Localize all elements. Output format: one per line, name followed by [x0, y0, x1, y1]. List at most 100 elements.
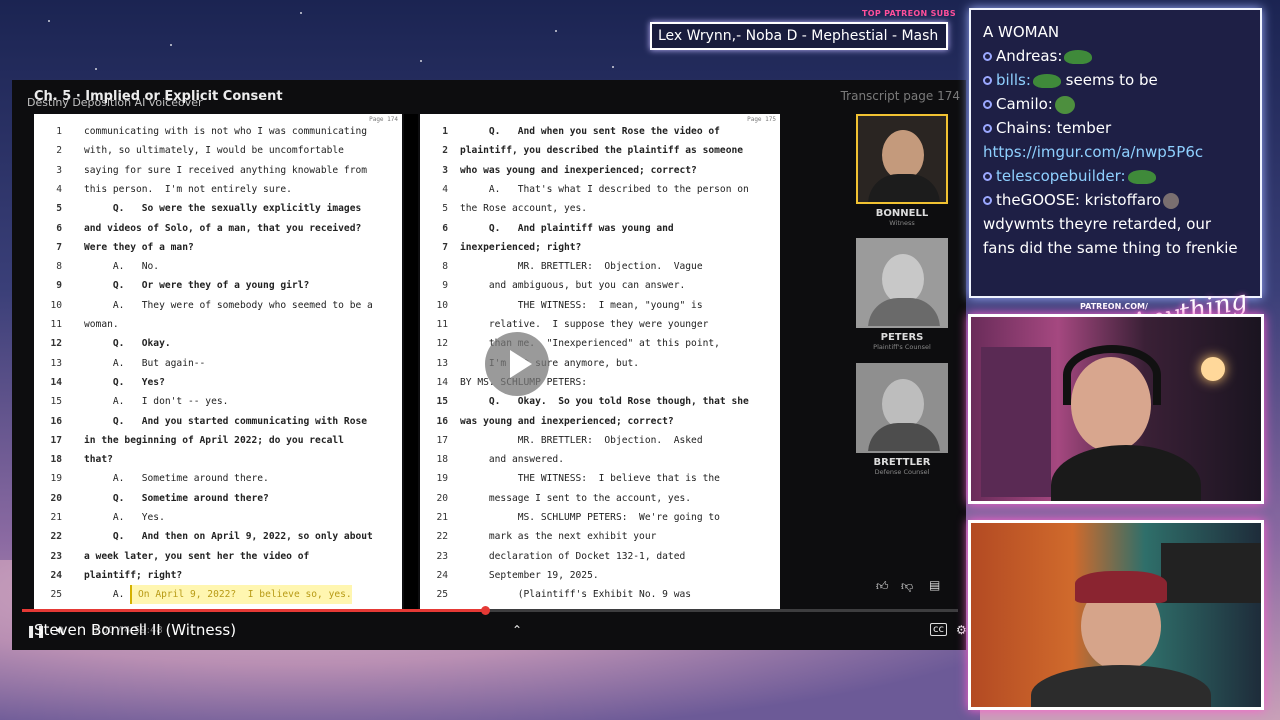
witness-name: BRETTLER [873, 457, 931, 468]
comment-icon[interactable]: ▤ [929, 578, 940, 592]
transcript-line: 8 A. No. [34, 257, 402, 276]
witness-card-bonnell[interactable]: BONNELL Witness [852, 114, 952, 227]
line-number: 21 [50, 512, 62, 523]
chat-username[interactable]: Andreas: [996, 47, 1062, 65]
line-text: and ambiguous, but you can answer. [460, 280, 686, 292]
chat-username[interactable]: theGOOSE: [996, 191, 1080, 209]
line-number: 16 [436, 415, 448, 427]
play-button[interactable] [485, 332, 549, 396]
line-number: 19 [50, 473, 62, 485]
line-number: 10 [436, 299, 448, 311]
top-patreon-subs-label: TOP PATREON SUBS [862, 9, 956, 18]
line-number: 9 [56, 280, 62, 292]
user-badge-icon [983, 76, 992, 85]
witness-card-peters[interactable]: PETERS Plaintiff's Counsel [852, 238, 952, 351]
chat-username[interactable]: A WOMAN [983, 23, 1059, 41]
chat-username[interactable]: Chains: [996, 119, 1052, 137]
transcript-line: 3 saying for sure I received anything kno… [34, 161, 402, 180]
progress-fill [22, 609, 486, 612]
line-text: Q. Sometime around there? [84, 492, 269, 504]
user-badge-icon [983, 52, 992, 61]
line-text: inexperienced; right? [460, 241, 582, 253]
person-body [1051, 445, 1201, 501]
line-text: plaintiff, you described the plaintiff a… [460, 145, 744, 157]
chapter-title: Ch. 5 · Implied or Explicit Consent [34, 89, 283, 104]
line-number: 18 [50, 454, 62, 466]
line-number: 22 [50, 531, 62, 543]
chat-link[interactable]: https://imgur.com/a/nwp5P6c [983, 143, 1203, 161]
chat-message: fans did the same thing to frenkie [983, 236, 1248, 260]
progress-bar[interactable] [22, 606, 958, 615]
transcript-line: 12 Q. Okay. [34, 334, 402, 353]
witness-card-brettler[interactable]: BRETTLER Defense Counsel [852, 363, 952, 476]
chat-username[interactable]: bills: [996, 71, 1031, 89]
line-text: in the beginning of April 2022; do you r… [84, 434, 344, 446]
transcript-line: 11 relative. I suppose they were younger [420, 315, 780, 334]
transcript-line: 14 Q. Yes? [34, 373, 402, 392]
transcript-line: 19 THE WITNESS: I believe that is the [420, 469, 780, 488]
line-text: was young and inexperienced; correct? [460, 415, 674, 427]
transcript-line: 17 in the beginning of April 2022; do you… [34, 431, 402, 450]
line-text: saying for sure I received anything know… [84, 164, 368, 176]
person-body [1031, 665, 1211, 707]
transcript-line: 4 A. That's what I described to the pers… [420, 180, 780, 199]
line-text: and answered. [460, 454, 564, 466]
user-badge-icon [983, 172, 992, 181]
star [48, 20, 50, 22]
transcript-line: 1 communicating with is not who I was com… [34, 122, 402, 141]
frog-emote-icon [1032, 73, 1061, 88]
line-text: MR. BRETTLER: Objection. Vague [460, 261, 703, 273]
line-number: 17 [50, 434, 62, 446]
lamp [1201, 357, 1225, 381]
transcript-line: 20 message I sent to the account, yes. [420, 489, 780, 508]
headphones [1063, 345, 1161, 405]
line-text: Q. And then on April 9, 2022, so only ab… [84, 531, 373, 543]
transcript-line: 6 and videos of Solo, of a man, that you … [34, 219, 402, 238]
transcript-line: 23 declaration of Docket 132-1, dated [420, 547, 780, 566]
avatar [868, 174, 940, 202]
line-text: Q. Okay. So you told Rose though, that s… [460, 396, 749, 408]
chat-message: Camilo: [983, 92, 1248, 116]
transcript-line: 3 who was young and inexperienced; correc… [420, 161, 780, 180]
chat-message: bills: seems to be [983, 68, 1248, 92]
settings-icon[interactable]: ⚙ [956, 623, 966, 637]
chat-message: telescopebuilder: [983, 164, 1248, 188]
chevron-up-icon[interactable]: ⌃ [512, 623, 522, 637]
captions-icon[interactable]: cc [930, 623, 947, 636]
transcript-line: 20 Q. Sometime around there? [34, 489, 402, 508]
line-number: 2 [442, 145, 448, 157]
line-text: message I sent to the account, yes. [460, 492, 692, 504]
line-text: A. But again-- [84, 357, 206, 369]
cap [1075, 571, 1167, 603]
transcript-line: 7 Were they of a man? [34, 238, 402, 257]
progress-handle[interactable] [481, 606, 491, 615]
transcript-line: 2 plaintiff, you described the plaintiff … [420, 141, 780, 160]
line-number: 17 [436, 434, 448, 446]
transcript-line: 25 A. On April 9, 2022? I believe so, yes… [34, 585, 402, 605]
chat-username[interactable]: Camilo: [996, 95, 1053, 113]
frog-face-emote-icon [1054, 95, 1075, 114]
line-text: this person. I'm not entirely sure. [84, 183, 292, 195]
user-badge-icon [983, 124, 992, 133]
video-player[interactable]: Destiny Deposition AI voiceover Ch. 5 · … [12, 80, 966, 650]
line-number: 8 [442, 261, 448, 273]
thumbs-up-icon[interactable]: 👍︎ [876, 579, 889, 594]
line-text: woman. [84, 319, 119, 330]
line-number: 16 [50, 415, 62, 427]
transcript-line: 5 the Rose account, yes. [420, 199, 780, 218]
witness-role: Witness [889, 219, 915, 227]
current-speaker: Steven Bonnell II (Witness) [34, 621, 237, 639]
transcript-line: 15 A. I don't -- yes. [34, 392, 402, 411]
line-text: A. No. [84, 261, 160, 273]
thumbs-down-icon[interactable]: 👎︎ [901, 579, 913, 594]
witness-photo [856, 238, 948, 328]
line-number: 25 [50, 589, 62, 601]
transcript-line: 13 I'm not sure anymore, but. [420, 354, 780, 373]
line-number: 18 [436, 454, 448, 466]
gray-emote-icon [1163, 192, 1180, 209]
line-text: Were they of a man? [84, 241, 194, 253]
star [300, 12, 302, 14]
line-number: 5 [56, 203, 62, 215]
line-text: relative. I suppose they were younger [460, 319, 709, 330]
chat-username[interactable]: telescopebuilder: [996, 167, 1126, 185]
